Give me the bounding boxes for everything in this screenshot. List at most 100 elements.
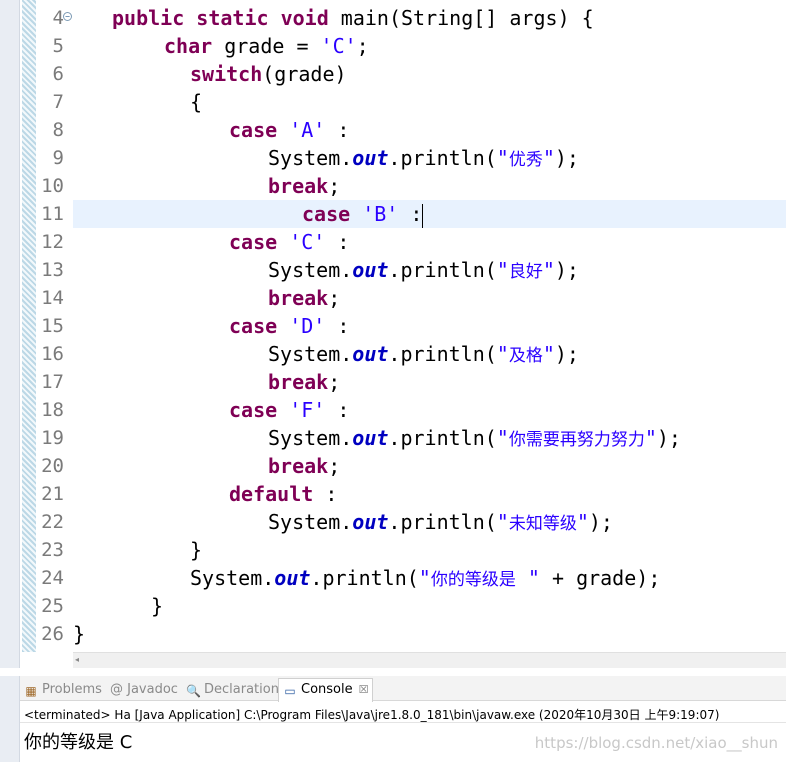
tab-label: Console bbox=[301, 682, 353, 697]
code-token: 良好 bbox=[508, 262, 543, 282]
code-token: + bbox=[539, 566, 577, 590]
code-token: : bbox=[325, 230, 350, 254]
code-line-text: switch(grade) bbox=[190, 60, 347, 88]
code-token: " bbox=[542, 258, 555, 282]
code-line-text: } bbox=[73, 620, 85, 648]
code-token: " bbox=[496, 146, 509, 170]
code-line[interactable]: char grade = 'C'; bbox=[0, 32, 786, 60]
code-token: 'F' bbox=[289, 398, 326, 422]
code-token: 及格 bbox=[508, 346, 543, 366]
code-line-text: System.out.println("良好"); bbox=[268, 256, 579, 286]
code-token: " bbox=[496, 510, 509, 534]
code-line[interactable]: } bbox=[0, 620, 786, 648]
code-token: case bbox=[229, 230, 278, 254]
code-line[interactable]: System.out.println("你的等级是 " + grade); bbox=[0, 564, 786, 592]
code-token: out bbox=[352, 510, 389, 534]
code-token: break bbox=[268, 370, 329, 394]
code-line-text: default : bbox=[229, 480, 337, 508]
code-token: : bbox=[313, 482, 338, 506]
code-token: " bbox=[576, 510, 589, 534]
code-token: .println( bbox=[388, 146, 497, 170]
code-editor[interactable]: − 4 5 6 7 8 9 10 11 12 13 14 15 16 17 18 19 20 21 22 23 24 25… bbox=[0, 0, 786, 668]
code-line[interactable]: case 'D' : bbox=[0, 312, 786, 340]
code-token: 你的等级是 bbox=[430, 570, 516, 590]
code-token: System. bbox=[190, 566, 275, 590]
scroll-left-icon[interactable]: ◂ bbox=[75, 655, 85, 665]
code-token: break bbox=[268, 286, 329, 310]
tab-label: Problems bbox=[42, 682, 102, 697]
code-line-text: System.out.println("你需要再努力努力"); bbox=[268, 424, 681, 454]
code-token: .println( bbox=[388, 342, 497, 366]
code-token: ; bbox=[328, 454, 341, 478]
code-token: out bbox=[352, 258, 389, 282]
code-token: ; bbox=[328, 370, 341, 394]
code-token: " bbox=[644, 426, 657, 450]
code-token: case bbox=[229, 314, 278, 338]
tab-javadoc[interactable]: @ Javadoc bbox=[110, 679, 178, 701]
code-token: public bbox=[112, 6, 185, 30]
code-token: break bbox=[268, 454, 329, 478]
code-line-text: case 'B' : bbox=[302, 200, 424, 228]
code-line[interactable]: { bbox=[0, 88, 786, 116]
code-token: ; bbox=[356, 34, 369, 58]
code-token: break bbox=[268, 174, 329, 198]
code-token: ; bbox=[328, 174, 341, 198]
code-token: 'D' bbox=[289, 314, 326, 338]
code-token: ) { bbox=[557, 6, 594, 30]
code-token: : bbox=[325, 118, 350, 142]
code-line[interactable]: System.out.println("良好"); bbox=[0, 256, 786, 284]
tab-console[interactable]: ▭ Console ☒ bbox=[278, 678, 374, 702]
code-line-text: System.out.println("优秀"); bbox=[268, 144, 579, 174]
code-token: { bbox=[190, 90, 203, 114]
code-token: " bbox=[496, 258, 509, 282]
code-line[interactable]: System.out.println("你需要再努力努力"); bbox=[0, 424, 786, 452]
tab-label: @ Javadoc bbox=[110, 682, 178, 697]
code-line[interactable]: case 'A' : bbox=[0, 116, 786, 144]
line-number: 11 bbox=[41, 203, 64, 225]
panel-left-border bbox=[0, 676, 20, 762]
code-token: ); bbox=[554, 342, 579, 366]
code-line[interactable]: case 'F' : bbox=[0, 396, 786, 424]
code-line[interactable]: default : bbox=[0, 480, 786, 508]
code-line[interactable]: System.out.println("未知等级"); bbox=[0, 508, 786, 536]
close-icon[interactable]: ☒ bbox=[359, 683, 369, 696]
code-token: 优秀 bbox=[508, 150, 543, 170]
current-code-line[interactable]: case 'B' : bbox=[73, 200, 786, 228]
code-token: out bbox=[352, 146, 389, 170]
code-line[interactable]: break; bbox=[0, 172, 786, 200]
code-line-text: break; bbox=[268, 284, 340, 312]
code-token: grade bbox=[274, 62, 335, 86]
code-line[interactable]: switch(grade) bbox=[0, 60, 786, 88]
code-token: switch bbox=[190, 62, 263, 86]
code-token: args bbox=[509, 6, 558, 30]
code-token: System. bbox=[268, 146, 353, 170]
code-line[interactable]: } bbox=[0, 592, 786, 620]
code-line[interactable]: break; bbox=[0, 452, 786, 480]
code-line[interactable]: public static void main(String[] args) { bbox=[0, 4, 786, 32]
code-token: 'C' bbox=[289, 230, 326, 254]
tab-problems[interactable]: ▦ Problems bbox=[24, 679, 102, 701]
code-token: ); bbox=[588, 510, 613, 534]
code-token: } bbox=[73, 622, 86, 646]
console-status-line: <terminated> Ha [Java Application] C:\Pr… bbox=[24, 708, 720, 722]
code-line[interactable]: case 'C' : bbox=[0, 228, 786, 256]
code-token: 'C' bbox=[320, 34, 357, 58]
tab-declaration[interactable]: 🔍 Declaration bbox=[186, 679, 279, 701]
code-token: " bbox=[542, 342, 555, 366]
code-token: out bbox=[274, 566, 311, 590]
code-line[interactable]: break; bbox=[0, 368, 786, 396]
code-line[interactable]: break; bbox=[0, 284, 786, 312]
code-line[interactable]: System.out.println("及格"); bbox=[0, 340, 786, 368]
code-token: grade bbox=[212, 34, 285, 58]
horizontal-scrollbar[interactable]: ◂ bbox=[73, 652, 786, 668]
console-icon: ▭ bbox=[284, 684, 296, 698]
code-token: ; bbox=[328, 286, 341, 310]
code-line[interactable]: System.out.println("优秀"); bbox=[0, 144, 786, 172]
code-line-text: } bbox=[151, 592, 163, 620]
code-token: 'B' bbox=[362, 202, 399, 226]
code-token: ); bbox=[554, 146, 579, 170]
code-line[interactable]: } bbox=[0, 536, 786, 564]
